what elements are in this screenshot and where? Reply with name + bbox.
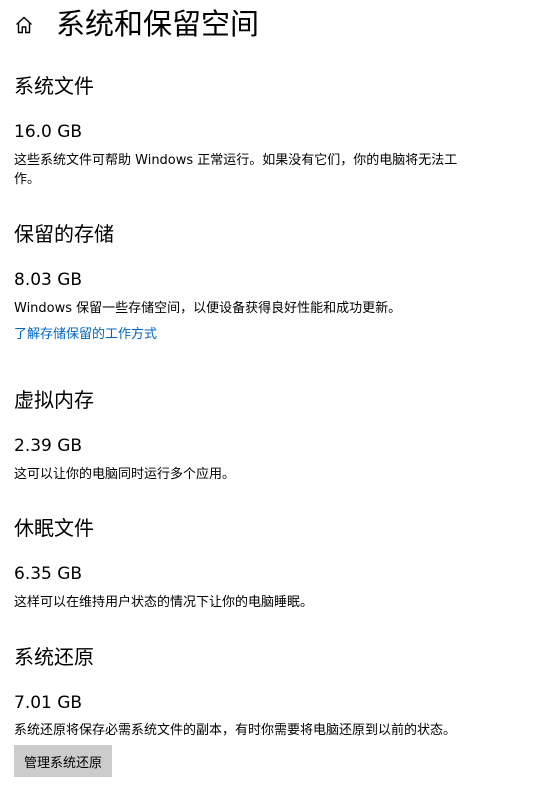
section-heading: 保留的存储	[14, 222, 114, 246]
section-size: 8.03 GB	[14, 270, 83, 290]
section-heading: 系统还原	[14, 645, 94, 669]
section-heading: 虚拟内存	[14, 388, 94, 412]
home-icon	[16, 16, 32, 34]
section-system-files: 系统文件 16.0 GB 这些系统文件可帮助 Windows 正常运行。如果没有…	[14, 72, 544, 189]
section-description: 系统还原将保存必需系统文件的副本，有时你需要将电脑还原到以前的状态。	[14, 723, 457, 738]
section-reserved-storage: 保留的存储 8.03 GB Windows 保留一些存储空间，以便设备获得良好性…	[14, 220, 544, 344]
section-description: 这可以让你的电脑同时运行多个应用。	[14, 467, 236, 482]
section-description: Windows 保留一些存储空间，以便设备获得良好性能和成功更新。	[14, 301, 402, 316]
section-size: 2.39 GB	[14, 436, 83, 456]
home-button[interactable]	[10, 11, 38, 39]
section-heading: 休眠文件	[14, 516, 94, 540]
section-size: 6.35 GB	[14, 564, 83, 584]
section-description: 这些系统文件可帮助 Windows 正常运行。如果没有它们，你的电脑将无法工作。	[14, 153, 458, 187]
section-system-restore: 系统还原 7.01 GB 系统还原将保存必需系统文件的副本，有时你需要将电脑还原…	[14, 643, 544, 777]
manage-system-restore-button[interactable]: 管理系统还原	[14, 745, 113, 777]
section-size: 16.0 GB	[14, 122, 83, 142]
learn-storage-reserve-link[interactable]: 了解存储保留的工作方式	[14, 325, 544, 344]
section-heading: 系统文件	[14, 74, 94, 98]
section-description: 这样可以在维持用户状态的情况下让你的电脑睡眠。	[14, 595, 314, 610]
section-virtual-memory: 虚拟内存 2.39 GB 这可以让你的电脑同时运行多个应用。	[14, 386, 544, 484]
page-header: 系统和保留空间	[0, 0, 559, 48]
section-size: 7.01 GB	[14, 693, 83, 713]
page-title: 系统和保留空间	[56, 7, 260, 41]
section-hibernation-file: 休眠文件 6.35 GB 这样可以在维持用户状态的情况下让你的电脑睡眠。	[14, 514, 544, 612]
